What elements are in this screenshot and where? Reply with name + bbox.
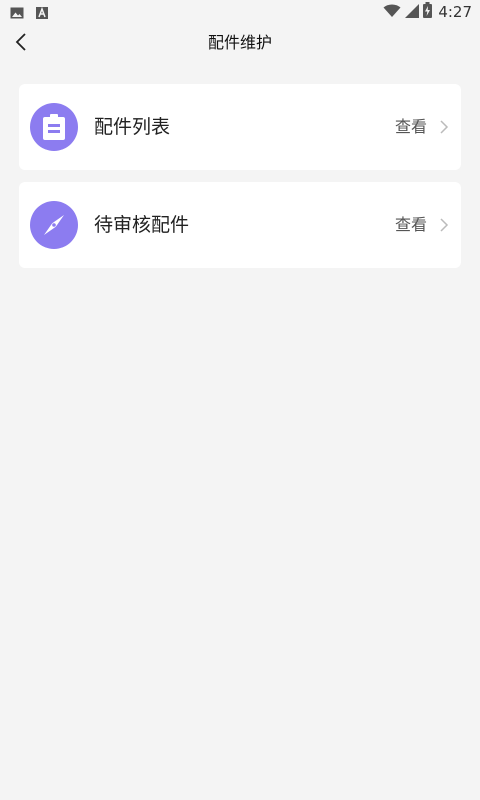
chevron-right-icon bbox=[437, 119, 451, 135]
battery-charging-icon bbox=[423, 2, 433, 22]
list-item-parts-list[interactable]: 配件列表 查看 bbox=[19, 84, 461, 170]
image-icon bbox=[10, 4, 24, 23]
view-link[interactable]: 查看 bbox=[395, 182, 427, 268]
status-time: 4:27 bbox=[438, 3, 472, 21]
list-item-label: 配件列表 bbox=[94, 116, 171, 138]
font-a-icon bbox=[36, 4, 48, 23]
cellular-signal-icon bbox=[405, 3, 420, 22]
view-link[interactable]: 查看 bbox=[395, 84, 427, 170]
chevron-left-icon bbox=[15, 33, 29, 55]
back-button[interactable] bbox=[8, 30, 36, 58]
menu-list: 配件列表 查看 待审核配件 查看 bbox=[19, 84, 461, 280]
chevron-right-icon bbox=[437, 217, 451, 233]
page-title: 配件维护 bbox=[207, 33, 272, 52]
list-item-pending-parts[interactable]: 待审核配件 查看 bbox=[19, 182, 461, 268]
wifi-icon bbox=[383, 3, 401, 22]
compass-icon bbox=[30, 201, 78, 249]
navbar: 配件维护 bbox=[0, 24, 480, 64]
list-item-label: 待审核配件 bbox=[94, 214, 190, 236]
status-bar: 4:27 bbox=[0, 0, 480, 24]
clipboard-icon bbox=[30, 103, 78, 151]
